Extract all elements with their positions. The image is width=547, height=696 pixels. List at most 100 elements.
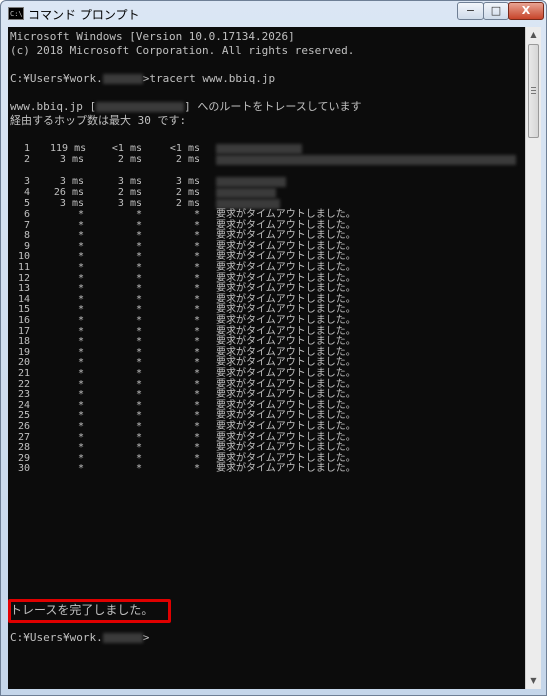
hop-rtt-3: 2 ms	[175, 154, 200, 165]
hop-message: 要求がタイムアウトしました。	[216, 431, 356, 443]
hop-number: 20	[17, 357, 30, 369]
hop-rtt-3: *	[193, 304, 200, 316]
hop-message: 要求がタイムアウトしました。	[216, 389, 356, 401]
hop-message: 要求がタイムアウトしました。	[216, 219, 356, 231]
title-bar[interactable]: C:\ コマンド プロンプト − □ X	[1, 1, 546, 27]
hop-rtt-3: *	[193, 346, 200, 358]
hop-rtt-1: *	[77, 325, 84, 337]
hop-number: 17	[17, 325, 30, 337]
route-suffix: ] へのルートをトレースしています	[184, 100, 362, 113]
redacted-username	[102, 74, 143, 84]
hop-rtt-2: *	[135, 240, 142, 252]
hop-number: 28	[17, 442, 30, 454]
hop-rtt-1: 3 ms	[59, 154, 84, 165]
hop-number: 14	[17, 293, 30, 305]
hop-rtt-3: <1 ms	[169, 143, 200, 154]
hop-rtt-3: *	[193, 399, 200, 411]
hop-number: 21	[17, 368, 30, 379]
hop-rtt-2: 3 ms	[117, 198, 142, 209]
hop-number: 22	[17, 378, 30, 390]
hop-rtt-1: *	[77, 452, 84, 464]
hop-rtt-1: 3 ms	[59, 176, 84, 187]
hop-message: 要求がタイムアウトしました。	[216, 209, 356, 220]
scroll-thumb[interactable]	[528, 44, 539, 138]
hop-rtt-2: *	[135, 431, 142, 443]
hop-number: 12	[17, 272, 30, 284]
hop-rtt-3: *	[193, 219, 200, 231]
hop-message: 要求がタイムアウトしました。	[216, 442, 356, 454]
minimize-button[interactable]: −	[457, 2, 484, 20]
hop-rtt-2: 3 ms	[117, 176, 142, 187]
hop-rtt-1: *	[77, 272, 84, 284]
redacted-hop-address	[216, 188, 276, 198]
hop-number: 3	[23, 176, 30, 187]
hop-rtt-3: *	[193, 442, 200, 454]
hop-rtt-2: 2 ms	[117, 154, 142, 165]
hop-number: 24	[17, 399, 30, 411]
scroll-down-arrow-icon[interactable]: ▼	[526, 673, 541, 689]
route-host: www.bbiq.jp [	[10, 100, 97, 113]
hop-rtt-1: *	[77, 240, 84, 252]
redacted-hop-address	[216, 144, 302, 154]
hop-rtt-2: *	[135, 230, 142, 242]
highlight-box	[8, 599, 171, 623]
hop-message: 要求がタイムアウトしました。	[216, 368, 356, 379]
hop-rtt-3: *	[193, 230, 200, 242]
hop-number: 7	[23, 219, 30, 231]
hop-rtt-1: *	[77, 251, 84, 263]
hop-rtt-2: *	[135, 336, 142, 348]
prompt-cursor: >	[142, 631, 150, 644]
hop-rtt-3: *	[193, 357, 200, 369]
hop-rtt-3: *	[193, 336, 200, 348]
hop-rtt-3: *	[193, 315, 200, 326]
hop-number: 5	[23, 198, 30, 209]
maximize-button[interactable]: □	[483, 2, 509, 20]
hop-rtt-2: *	[135, 272, 142, 284]
vertical-scrollbar[interactable]: ▲ ▼	[525, 27, 541, 689]
hop-rtt-1: *	[77, 463, 84, 475]
redacted-ip	[96, 102, 185, 112]
hop-number: 4	[23, 187, 30, 198]
hop-number: 18	[17, 336, 30, 348]
hop-rtt-1: *	[77, 421, 84, 432]
hop-rtt-1: *	[77, 410, 84, 422]
prompt-path-final: C:¥Users¥work.	[10, 631, 103, 644]
hop-rtt-2: *	[135, 251, 142, 263]
hop-rtt-1: *	[77, 399, 84, 411]
hop-rtt-3: *	[193, 209, 200, 220]
hop-rtt-3: *	[193, 240, 200, 252]
thumb-grip-icon	[531, 87, 536, 88]
tracert-command: >tracert www.bbiq.jp	[142, 72, 276, 85]
hop-rtt-1: *	[77, 304, 84, 316]
hop-rtt-2: *	[135, 219, 142, 231]
hop-message: 要求がタイムアウトしました。	[216, 325, 356, 337]
console-output[interactable]: Microsoft Windows [Version 10.0.17134.20…	[8, 27, 525, 689]
hop-number: 2	[23, 154, 30, 165]
hop-rtt-3: 2 ms	[175, 187, 200, 198]
hop-message: 要求がタイムアウトしました。	[216, 378, 356, 390]
hop-message: 要求がタイムアウトしました。	[216, 262, 356, 273]
close-button[interactable]: X	[508, 2, 544, 20]
hop-rtt-1: *	[77, 293, 84, 305]
hop-number: 15	[17, 304, 30, 316]
hop-rtt-3: *	[193, 262, 200, 273]
hop-message: 要求がタイムアウトしました。	[216, 463, 356, 475]
hop-message: 要求がタイムアウトしました。	[216, 304, 356, 316]
hop-rtt-2: *	[135, 304, 142, 316]
hop-rtt-3: *	[193, 410, 200, 422]
hop-rtt-3: *	[193, 431, 200, 443]
hop-number: 26	[17, 421, 30, 432]
scroll-up-arrow-icon[interactable]: ▲	[526, 27, 541, 43]
hop-rtt-1: *	[77, 442, 84, 454]
hop-rtt-2: *	[135, 452, 142, 464]
redacted-hop-address	[216, 199, 280, 209]
cmd-app-icon[interactable]: C:\	[8, 7, 24, 20]
hop-rtt-3: 2 ms	[175, 198, 200, 209]
hop-rtt-3: *	[193, 452, 200, 464]
hop-rtt-1: *	[77, 230, 84, 242]
hop-rtt-1: *	[77, 336, 84, 348]
hop-rtt-2: 2 ms	[117, 187, 142, 198]
hop-rtt-3: 3 ms	[175, 176, 200, 187]
hop-rtt-2: *	[135, 389, 142, 401]
hop-number: 23	[17, 389, 30, 401]
